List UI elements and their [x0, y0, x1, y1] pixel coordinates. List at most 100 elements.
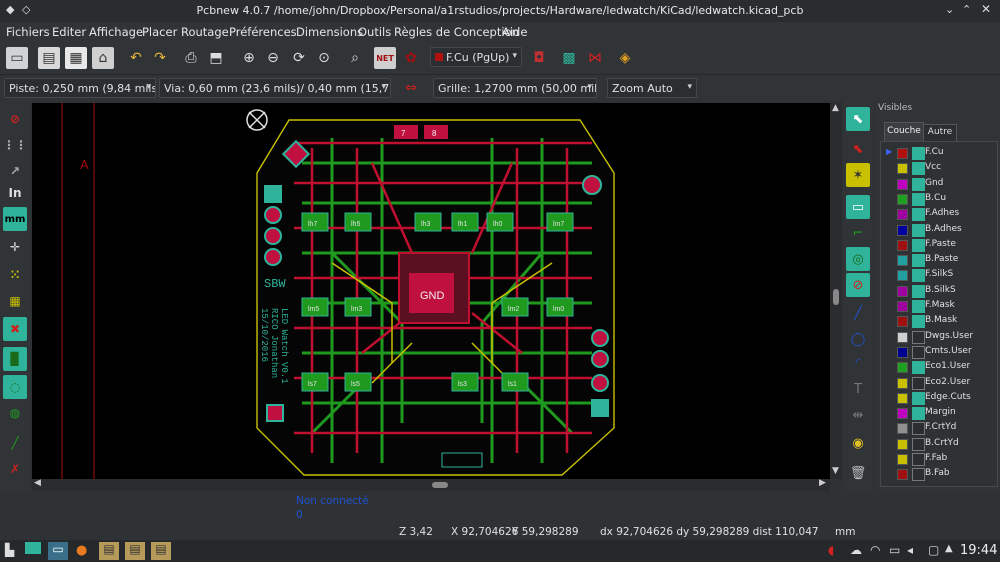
led-footprint[interactable]: lm5 [301, 297, 329, 317]
menu-preferences[interactable]: Préférences [229, 25, 297, 39]
layer-row[interactable]: Vcc [876, 161, 1000, 176]
find-icon[interactable]: ⌕ [344, 47, 366, 69]
add-zone-icon[interactable]: ◎ [846, 247, 870, 271]
layer-select-combo[interactable]: F.Cu (PgUp) ▾ [430, 47, 522, 67]
layer-visibility-checkbox[interactable] [912, 177, 925, 191]
via-sketch-icon[interactable]: ╱ [3, 431, 27, 455]
led-footprint[interactable]: ls7 [301, 372, 329, 392]
save-board-icon[interactable]: ▤ [38, 47, 60, 69]
layer-color-swatch[interactable] [897, 209, 908, 221]
keepout-zone-icon[interactable]: ⊘ [846, 273, 870, 297]
layer-color-swatch[interactable] [897, 316, 908, 328]
app-launcher-icon[interactable]: ▙ [5, 543, 14, 557]
layer-row[interactable]: F.CrtYd [876, 421, 1000, 436]
menu-affichage[interactable]: Affichage [89, 25, 143, 39]
zoom-select[interactable]: Zoom Auto ▾ [607, 78, 697, 98]
zone-outline-icon[interactable]: ◌ [3, 375, 27, 399]
layer-row[interactable]: F.SilkS [876, 268, 1000, 283]
layer-visibility-checkbox[interactable] [912, 284, 925, 298]
layer-visibility-checkbox[interactable] [912, 269, 925, 283]
layer-visibility-checkbox[interactable] [912, 407, 925, 421]
layer-row[interactable]: Eco2.User [876, 376, 1000, 391]
via-layer-pair-icon[interactable]: ◘ [528, 47, 550, 69]
tray-expand-icon[interactable]: ▲ [945, 543, 953, 554]
layer-color-swatch[interactable] [897, 362, 908, 374]
layer-color-swatch[interactable] [897, 224, 908, 236]
drc-icon[interactable]: ✿ [400, 47, 422, 69]
layer-visibility-checkbox[interactable] [912, 453, 925, 466]
autoplace-icon[interactable]: ▩ [558, 47, 580, 69]
menu-editer[interactable]: Editer [52, 25, 86, 39]
scroll-right-icon[interactable]: ▶ [819, 478, 826, 488]
add-track-icon[interactable]: ⌐ [846, 221, 870, 245]
led-footprint[interactable]: lh0 [486, 212, 514, 232]
layer-color-swatch[interactable] [897, 285, 908, 297]
grid-select[interactable]: Grille: 1,2700 mm (50,00 mils) ▾ [433, 78, 597, 98]
layer-row[interactable]: B.Cu [876, 192, 1000, 207]
add-line-icon[interactable]: ╱ [846, 301, 870, 325]
units-mm-icon[interactable]: mm [3, 207, 27, 231]
layer-row[interactable]: Cmts.User [876, 345, 1000, 360]
module-editor-icon[interactable]: ⌂ [92, 47, 114, 69]
layer-visibility-checkbox[interactable] [912, 361, 925, 375]
cursor-shape-icon[interactable]: ✛ [3, 235, 27, 259]
layer-visibility-checkbox[interactable] [912, 468, 925, 482]
grid-toggle-icon[interactable]: ⋮⋮ [3, 133, 27, 157]
menu-dimensions[interactable]: Dimensions [296, 25, 363, 39]
layer-row[interactable]: B.SilkS [876, 284, 1000, 299]
file-manager-icon[interactable]: ▭ [48, 542, 68, 560]
led-footprint[interactable]: ls3 [451, 372, 479, 392]
tray-pacman-icon[interactable]: ◖ [828, 543, 834, 557]
autodelete-track-icon[interactable]: ✖ [3, 317, 27, 341]
layer-row[interactable]: Gnd [876, 177, 1000, 192]
layer-row[interactable]: B.Fab [876, 467, 1000, 482]
layer-color-swatch[interactable] [897, 331, 908, 343]
layer-visibility-checkbox[interactable] [912, 208, 925, 222]
pad-sketch-icon[interactable]: ◍ [3, 401, 27, 425]
show-desktop-icon[interactable] [25, 542, 41, 554]
redo-icon[interactable]: ↷ [149, 47, 171, 69]
layer-color-swatch[interactable] [897, 438, 908, 450]
led-footprint[interactable]: lm7 [546, 212, 574, 232]
mount-pad[interactable] [582, 175, 602, 195]
horizontal-scrollbar[interactable]: ◀ ▶ [32, 478, 830, 491]
scroll-up-icon[interactable]: ▲ [832, 103, 839, 113]
led-footprint[interactable]: lh7 [301, 212, 329, 232]
tab-autre[interactable]: Autre [923, 124, 957, 141]
layer-row[interactable]: B.Adhes [876, 223, 1000, 238]
polar-coords-icon[interactable]: ↗ [3, 159, 27, 183]
maximize-icon[interactable]: ⌃ [962, 3, 971, 16]
layer-visibility-checkbox[interactable] [912, 192, 925, 206]
module-ratsnest-icon[interactable]: ▦ [3, 289, 27, 313]
horizontal-scroll-thumb[interactable] [432, 482, 448, 488]
layer-color-swatch[interactable] [897, 423, 908, 435]
print-icon[interactable]: ⎙ [180, 47, 202, 69]
undo-icon[interactable]: ↶ [125, 47, 147, 69]
layer-row[interactable]: B.CrtYd [876, 437, 1000, 452]
via-size-select[interactable]: Via: 0,60 mm (23,6 mils)/ 0,40 mm (15,7 … [159, 78, 391, 98]
scroll-left-icon[interactable]: ◀ [34, 478, 41, 488]
add-dimension-icon[interactable]: ⇹ [846, 403, 870, 427]
tab-couche[interactable]: Couche [884, 122, 924, 141]
kicad-window-1[interactable]: ▤ [99, 542, 119, 560]
tray-battery-icon[interactable]: ▭ [889, 543, 900, 557]
local-ratsnest-icon[interactable]: ✶ [846, 163, 870, 187]
pcb-canvas[interactable]: A GND 7 8 lh7 lh5 lh3 lh1 lh0 lm7 lm5 lm… [32, 103, 830, 479]
vertical-scroll-thumb[interactable] [833, 289, 839, 305]
led-footprint[interactable]: lm3 [344, 297, 372, 317]
layer-alignment-target-icon[interactable]: ◉ [846, 431, 870, 455]
tray-volume-icon[interactable]: ◂ [907, 543, 913, 557]
minimize-icon[interactable]: ⌄ [945, 3, 954, 16]
zoom-fit-icon[interactable]: ⊙ [313, 47, 335, 69]
page-settings-icon[interactable]: ▦ [65, 47, 87, 69]
layer-row[interactable]: F.Paste [876, 238, 1000, 253]
tray-wifi-icon[interactable]: ◠ [870, 543, 880, 557]
layer-visibility-checkbox[interactable] [912, 391, 925, 405]
vertical-scrollbar[interactable]: ▲ ▼ [830, 103, 842, 479]
add-text-icon[interactable]: T [846, 377, 870, 401]
led-footprint[interactable]: ls1 [501, 372, 529, 392]
layer-row[interactable]: Edge.Cuts [876, 391, 1000, 406]
netlist-icon[interactable]: NET [374, 47, 396, 69]
layer-color-swatch[interactable] [897, 301, 908, 312]
scroll-down-icon[interactable]: ▼ [832, 466, 839, 476]
